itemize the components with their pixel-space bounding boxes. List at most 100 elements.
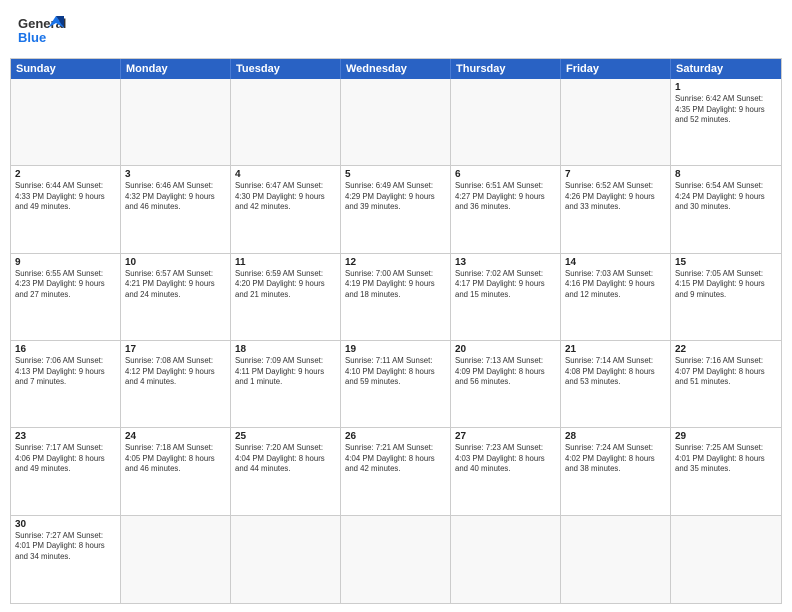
cell-info: Sunrise: 7:09 AM Sunset: 4:11 PM Dayligh… <box>235 356 336 388</box>
cell-info: Sunrise: 6:55 AM Sunset: 4:23 PM Dayligh… <box>15 269 116 301</box>
calendar-cell <box>231 79 341 166</box>
logo-svg: General Blue <box>18 14 68 50</box>
calendar-cell: 25Sunrise: 7:20 AM Sunset: 4:04 PM Dayli… <box>231 428 341 515</box>
calendar-cell: 28Sunrise: 7:24 AM Sunset: 4:02 PM Dayli… <box>561 428 671 515</box>
cell-day-number: 12 <box>345 257 446 268</box>
calendar-cell <box>451 79 561 166</box>
cell-day-number: 24 <box>125 431 226 442</box>
calendar-grid: 1Sunrise: 6:42 AM Sunset: 4:35 PM Daylig… <box>11 79 781 603</box>
calendar-cell: 18Sunrise: 7:09 AM Sunset: 4:11 PM Dayli… <box>231 341 341 428</box>
day-header: Friday <box>561 59 671 79</box>
cell-day-number: 29 <box>675 431 777 442</box>
calendar-cell: 5Sunrise: 6:49 AM Sunset: 4:29 PM Daylig… <box>341 166 451 253</box>
calendar-cell: 8Sunrise: 6:54 AM Sunset: 4:24 PM Daylig… <box>671 166 781 253</box>
cell-info: Sunrise: 6:49 AM Sunset: 4:29 PM Dayligh… <box>345 181 446 213</box>
cell-info: Sunrise: 7:18 AM Sunset: 4:05 PM Dayligh… <box>125 443 226 475</box>
cell-info: Sunrise: 7:24 AM Sunset: 4:02 PM Dayligh… <box>565 443 666 475</box>
day-header: Tuesday <box>231 59 341 79</box>
cell-info: Sunrise: 6:42 AM Sunset: 4:35 PM Dayligh… <box>675 94 777 126</box>
calendar-cell: 17Sunrise: 7:08 AM Sunset: 4:12 PM Dayli… <box>121 341 231 428</box>
calendar-cell: 11Sunrise: 6:59 AM Sunset: 4:20 PM Dayli… <box>231 254 341 341</box>
cell-info: Sunrise: 7:20 AM Sunset: 4:04 PM Dayligh… <box>235 443 336 475</box>
cell-info: Sunrise: 7:03 AM Sunset: 4:16 PM Dayligh… <box>565 269 666 301</box>
cell-info: Sunrise: 6:51 AM Sunset: 4:27 PM Dayligh… <box>455 181 556 213</box>
calendar-cell: 21Sunrise: 7:14 AM Sunset: 4:08 PM Dayli… <box>561 341 671 428</box>
calendar-cell: 3Sunrise: 6:46 AM Sunset: 4:32 PM Daylig… <box>121 166 231 253</box>
cell-info: Sunrise: 7:05 AM Sunset: 4:15 PM Dayligh… <box>675 269 777 301</box>
page: General Blue SundayMondayTuesdayWednesda… <box>0 0 792 612</box>
cell-info: Sunrise: 7:25 AM Sunset: 4:01 PM Dayligh… <box>675 443 777 475</box>
day-header: Sunday <box>11 59 121 79</box>
cell-day-number: 5 <box>345 169 446 180</box>
calendar-cell: 22Sunrise: 7:16 AM Sunset: 4:07 PM Dayli… <box>671 341 781 428</box>
cell-info: Sunrise: 6:59 AM Sunset: 4:20 PM Dayligh… <box>235 269 336 301</box>
cell-info: Sunrise: 6:57 AM Sunset: 4:21 PM Dayligh… <box>125 269 226 301</box>
cell-info: Sunrise: 7:17 AM Sunset: 4:06 PM Dayligh… <box>15 443 116 475</box>
cell-day-number: 11 <box>235 257 336 268</box>
cell-day-number: 15 <box>675 257 777 268</box>
cell-day-number: 28 <box>565 431 666 442</box>
calendar-cell <box>121 79 231 166</box>
logo: General Blue <box>18 14 68 50</box>
calendar-cell <box>671 516 781 603</box>
cell-day-number: 7 <box>565 169 666 180</box>
cell-info: Sunrise: 6:44 AM Sunset: 4:33 PM Dayligh… <box>15 181 116 213</box>
cell-info: Sunrise: 7:11 AM Sunset: 4:10 PM Dayligh… <box>345 356 446 388</box>
cell-day-number: 13 <box>455 257 556 268</box>
cell-day-number: 25 <box>235 431 336 442</box>
calendar-cell: 26Sunrise: 7:21 AM Sunset: 4:04 PM Dayli… <box>341 428 451 515</box>
calendar-cell: 19Sunrise: 7:11 AM Sunset: 4:10 PM Dayli… <box>341 341 451 428</box>
cell-day-number: 27 <box>455 431 556 442</box>
cell-info: Sunrise: 6:47 AM Sunset: 4:30 PM Dayligh… <box>235 181 336 213</box>
calendar-cell: 2Sunrise: 6:44 AM Sunset: 4:33 PM Daylig… <box>11 166 121 253</box>
cell-day-number: 3 <box>125 169 226 180</box>
calendar-cell: 27Sunrise: 7:23 AM Sunset: 4:03 PM Dayli… <box>451 428 561 515</box>
cell-info: Sunrise: 6:52 AM Sunset: 4:26 PM Dayligh… <box>565 181 666 213</box>
calendar-cell: 4Sunrise: 6:47 AM Sunset: 4:30 PM Daylig… <box>231 166 341 253</box>
cell-day-number: 9 <box>15 257 116 268</box>
cell-info: Sunrise: 7:06 AM Sunset: 4:13 PM Dayligh… <box>15 356 116 388</box>
calendar-cell: 23Sunrise: 7:17 AM Sunset: 4:06 PM Dayli… <box>11 428 121 515</box>
day-header: Thursday <box>451 59 561 79</box>
calendar-cell: 24Sunrise: 7:18 AM Sunset: 4:05 PM Dayli… <box>121 428 231 515</box>
cell-day-number: 30 <box>15 519 116 530</box>
cell-info: Sunrise: 7:13 AM Sunset: 4:09 PM Dayligh… <box>455 356 556 388</box>
calendar-cell <box>231 516 341 603</box>
cell-day-number: 1 <box>675 82 777 93</box>
calendar-cell: 30Sunrise: 7:27 AM Sunset: 4:01 PM Dayli… <box>11 516 121 603</box>
calendar-cell <box>561 79 671 166</box>
calendar-cell: 15Sunrise: 7:05 AM Sunset: 4:15 PM Dayli… <box>671 254 781 341</box>
calendar-cell: 1Sunrise: 6:42 AM Sunset: 4:35 PM Daylig… <box>671 79 781 166</box>
calendar-cell: 7Sunrise: 6:52 AM Sunset: 4:26 PM Daylig… <box>561 166 671 253</box>
cell-day-number: 20 <box>455 344 556 355</box>
cell-info: Sunrise: 7:14 AM Sunset: 4:08 PM Dayligh… <box>565 356 666 388</box>
cell-day-number: 22 <box>675 344 777 355</box>
cell-day-number: 2 <box>15 169 116 180</box>
header: General Blue <box>0 0 792 58</box>
cell-day-number: 23 <box>15 431 116 442</box>
cell-day-number: 10 <box>125 257 226 268</box>
calendar-cell: 13Sunrise: 7:02 AM Sunset: 4:17 PM Dayli… <box>451 254 561 341</box>
cell-day-number: 19 <box>345 344 446 355</box>
calendar-cell <box>121 516 231 603</box>
cell-day-number: 17 <box>125 344 226 355</box>
cell-day-number: 8 <box>675 169 777 180</box>
calendar-cell: 16Sunrise: 7:06 AM Sunset: 4:13 PM Dayli… <box>11 341 121 428</box>
cell-day-number: 16 <box>15 344 116 355</box>
day-header: Saturday <box>671 59 781 79</box>
calendar-cell: 6Sunrise: 6:51 AM Sunset: 4:27 PM Daylig… <box>451 166 561 253</box>
cell-info: Sunrise: 6:46 AM Sunset: 4:32 PM Dayligh… <box>125 181 226 213</box>
calendar-cell <box>341 79 451 166</box>
cell-day-number: 18 <box>235 344 336 355</box>
cell-day-number: 14 <box>565 257 666 268</box>
day-headers: SundayMondayTuesdayWednesdayThursdayFrid… <box>11 59 781 79</box>
day-header: Wednesday <box>341 59 451 79</box>
calendar: SundayMondayTuesdayWednesdayThursdayFrid… <box>10 58 782 604</box>
cell-info: Sunrise: 6:54 AM Sunset: 4:24 PM Dayligh… <box>675 181 777 213</box>
cell-info: Sunrise: 7:02 AM Sunset: 4:17 PM Dayligh… <box>455 269 556 301</box>
cell-day-number: 21 <box>565 344 666 355</box>
cell-day-number: 26 <box>345 431 446 442</box>
calendar-cell <box>561 516 671 603</box>
cell-day-number: 4 <box>235 169 336 180</box>
cell-day-number: 6 <box>455 169 556 180</box>
